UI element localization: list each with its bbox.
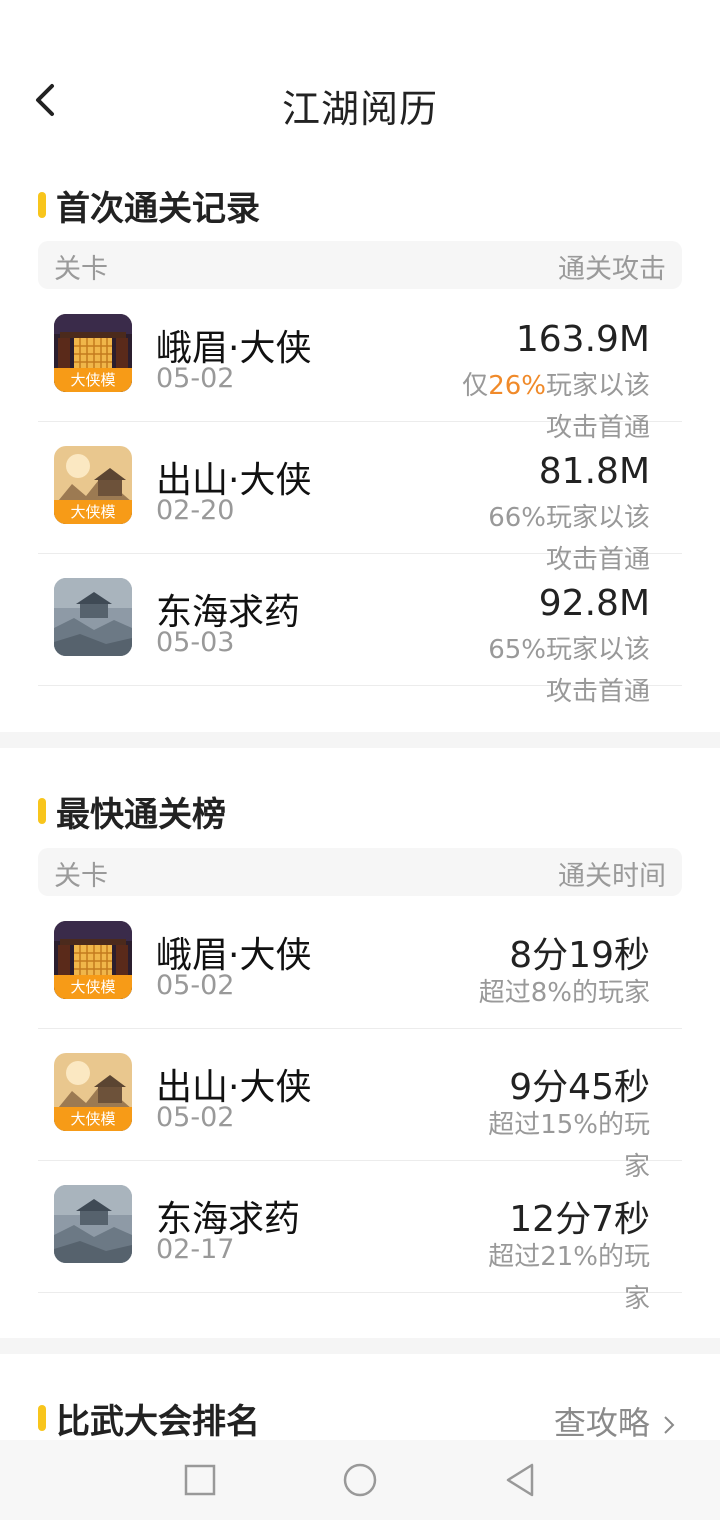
arena-section: 比武大会排名 查攻略: [0, 1392, 720, 1442]
table-row[interactable]: 东海求药 05-03 92.8M 65%玩家以该攻击首通: [38, 553, 682, 707]
note-prefix: 仅: [462, 371, 489, 401]
clear-time: 12分7秒: [509, 1199, 650, 1240]
page-title: 江湖阅历: [281, 87, 438, 131]
first-clear-section: 首次通关记录 关卡 通关攻击 大侠模 峨眉·大侠 05-02 163.9M 仅2…: [0, 180, 720, 740]
section-accent-bar: [38, 192, 46, 218]
level-date: 05-02: [156, 970, 235, 1001]
column-header-attack: 通关攻击: [558, 254, 666, 285]
thumb-tag: 大侠模: [54, 975, 132, 999]
surpass-percent-note: 超过8%的玩家: [478, 978, 650, 1008]
section-divider: [0, 732, 720, 748]
system-back-button[interactable]: [500, 1460, 540, 1500]
chevron-right-icon: [664, 1416, 675, 1434]
table-row[interactable]: 大侠模 出山·大侠 02-20 81.8M 66%玩家以该攻击首通: [38, 421, 682, 575]
triangle-back-icon: [506, 1463, 534, 1497]
mountain-temple-scene-icon: 大侠模: [54, 1053, 132, 1131]
player-percent-note: 65%玩家以该攻击首通: [488, 635, 650, 707]
section-title: 首次通关记录: [38, 185, 260, 229]
misty-pavilion-scene-icon: [54, 578, 132, 656]
column-header-time: 通关时间: [558, 861, 666, 892]
top-bar: 江湖阅历: [0, 0, 720, 160]
misty-pavilion-scene-icon: [54, 1185, 132, 1263]
clear-time: 8分19秒: [509, 935, 650, 976]
attack-value: 92.8M: [538, 583, 650, 624]
attack-value: 81.8M: [538, 451, 650, 492]
section-accent-bar: [38, 1405, 46, 1431]
section-title-text: 比武大会排名: [56, 1401, 260, 1442]
section-accent-bar: [38, 798, 46, 824]
level-date: 05-02: [156, 363, 235, 394]
view-guide-label: 查攻略: [553, 1404, 650, 1442]
palace-gate-scene-icon: 大侠模: [54, 921, 132, 999]
table-row[interactable]: 大侠模 峨眉·大侠 05-02 8分19秒 超过8%的玩家: [38, 896, 682, 1029]
system-nav-bar: [0, 1440, 720, 1520]
circle-home-icon: [343, 1463, 377, 1497]
table-header: 关卡 通关攻击: [38, 241, 682, 289]
surpass-percent-note: 超过21%的玩家: [488, 1242, 650, 1314]
section-divider: [0, 1338, 720, 1354]
fastest-clear-section: 最快通关榜 关卡 通关时间 大侠模 峨眉·大侠 05-02 8分19秒 超过8%…: [0, 788, 720, 1348]
square-recent-apps-icon: [184, 1464, 216, 1496]
home-button[interactable]: [340, 1460, 380, 1500]
level-date: 02-17: [156, 1234, 235, 1265]
section-title-text: 最快通关榜: [56, 794, 226, 835]
table-header: 关卡 通关时间: [38, 848, 682, 896]
clear-time: 9分45秒: [509, 1067, 650, 1108]
table-row[interactable]: 东海求药 02-17 12分7秒 超过21%的玩家: [38, 1160, 682, 1314]
view-guide-link[interactable]: 查攻略: [554, 1398, 676, 1444]
column-header-level: 关卡: [54, 254, 108, 285]
table-row[interactable]: 大侠模 峨眉·大侠 05-02 163.9M 仅26%玩家以该攻击首通: [38, 289, 682, 443]
highlight-percent: 26%: [488, 371, 546, 401]
attack-value: 163.9M: [515, 319, 650, 360]
thumb-tag: 大侠模: [54, 500, 132, 524]
section-title: 比武大会排名: [38, 1398, 260, 1442]
level-date: 02-20: [156, 495, 235, 526]
mountain-temple-scene-icon: 大侠模: [54, 446, 132, 524]
level-date: 05-02: [156, 1102, 235, 1133]
thumb-tag: 大侠模: [54, 1107, 132, 1131]
recent-apps-button[interactable]: [180, 1460, 220, 1500]
palace-gate-scene-icon: 大侠模: [54, 314, 132, 392]
table-row[interactable]: 大侠模 出山·大侠 05-02 9分45秒 超过15%的玩家: [38, 1028, 682, 1182]
section-title: 最快通关榜: [38, 791, 226, 835]
column-header-level: 关卡: [54, 861, 108, 892]
level-date: 05-03: [156, 627, 235, 658]
section-title-text: 首次通关记录: [56, 188, 260, 229]
thumb-tag: 大侠模: [54, 368, 132, 392]
